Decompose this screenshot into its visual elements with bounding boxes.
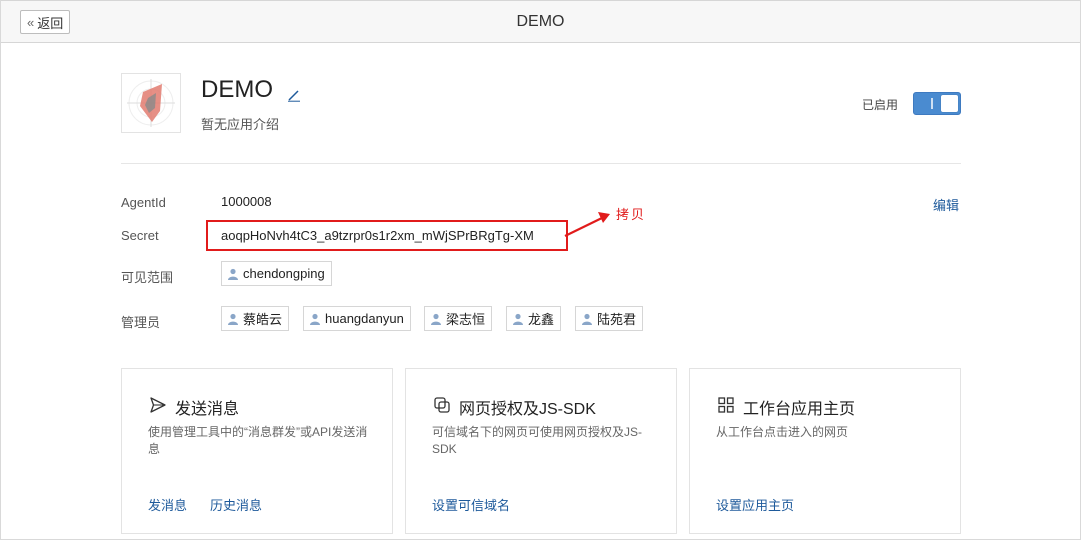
secret-value[interactable]: aoqpHoNvh4tC3_a9tzrpr0s1r2xm_mWjSPrBRgTg… <box>221 228 534 243</box>
user-icon <box>431 313 441 325</box>
admin-name: 龙鑫 <box>528 312 555 327</box>
secret-label: Secret <box>121 228 159 243</box>
copy-annotation: 拷贝 <box>616 207 647 222</box>
admin-name: 蔡皓云 <box>243 312 283 327</box>
user-icon <box>228 268 238 280</box>
app-name: DEMO <box>201 76 273 103</box>
admin-name: 梁志恒 <box>446 312 486 327</box>
app-description: 暂无应用介绍 <box>201 117 280 132</box>
admin-name: huangdanyun <box>325 311 404 326</box>
send-icon <box>150 397 166 413</box>
admin-chip[interactable]: 龙鑫 <box>506 306 562 331</box>
user-name: chendongping <box>243 266 325 281</box>
admin-name: 陆苑君 <box>597 312 637 327</box>
visibility-user-chip[interactable]: chendongping <box>221 261 332 286</box>
admin-chip[interactable]: 梁志恒 <box>424 306 493 331</box>
grid-icon <box>718 397 734 413</box>
agentid-label: AgentId <box>121 195 166 210</box>
user-icon <box>513 313 523 325</box>
admin-chip[interactable]: 陆苑君 <box>575 306 644 331</box>
card-title: 网页授权及JS-SDK <box>459 401 596 418</box>
web-auth-card: 网页授权及JS-SDK 可信域名下的网页可使用网页授权及JS-SDK 设置可信域… <box>405 368 677 534</box>
admin-chip[interactable]: 蔡皓云 <box>221 306 290 331</box>
edit-link[interactable]: 编辑 <box>933 195 959 214</box>
message-history-link[interactable]: 历史消息 <box>210 495 262 514</box>
app-logo-icon <box>127 79 175 127</box>
web-auth-icon <box>434 397 450 413</box>
visibility-label: 可见范围 <box>121 270 174 285</box>
card-description: 使用管理工具中的“消息群发”或API发送消息 <box>148 425 368 456</box>
enable-toggle[interactable] <box>913 92 961 115</box>
app-logo <box>121 73 181 133</box>
send-message-link[interactable]: 发消息 <box>148 495 187 514</box>
send-message-card: 发送消息 使用管理工具中的“消息群发”或API发送消息 发消息 历史消息 <box>121 368 393 534</box>
user-icon <box>310 313 320 325</box>
edit-name-pencil-icon[interactable] <box>287 88 301 102</box>
page-title: DEMO <box>516 13 565 30</box>
status-label: 已启用 <box>862 98 899 112</box>
card-description: 从工作台点击进入的网页 <box>716 425 849 439</box>
set-trusted-domain-link[interactable]: 设置可信域名 <box>432 495 510 514</box>
user-icon <box>582 313 592 325</box>
card-description: 可信域名下的网页可使用网页授权及JS-SDK <box>432 425 643 456</box>
divider <box>121 163 961 164</box>
set-homepage-link[interactable]: 设置应用主页 <box>716 495 794 514</box>
toggle-knob <box>931 95 958 112</box>
annotation-arrow-icon <box>564 212 610 237</box>
top-bar: « 返回 DEMO <box>0 0 1081 43</box>
admin-chip[interactable]: huangdanyun <box>303 306 411 331</box>
admins-label: 管理员 <box>121 315 161 330</box>
card-title: 发送消息 <box>175 401 240 418</box>
agentid-value: 1000008 <box>221 194 272 209</box>
card-title: 工作台应用主页 <box>743 401 856 418</box>
workbench-homepage-card: 工作台应用主页 从工作台点击进入的网页 设置应用主页 <box>689 368 961 534</box>
user-icon <box>228 313 238 325</box>
